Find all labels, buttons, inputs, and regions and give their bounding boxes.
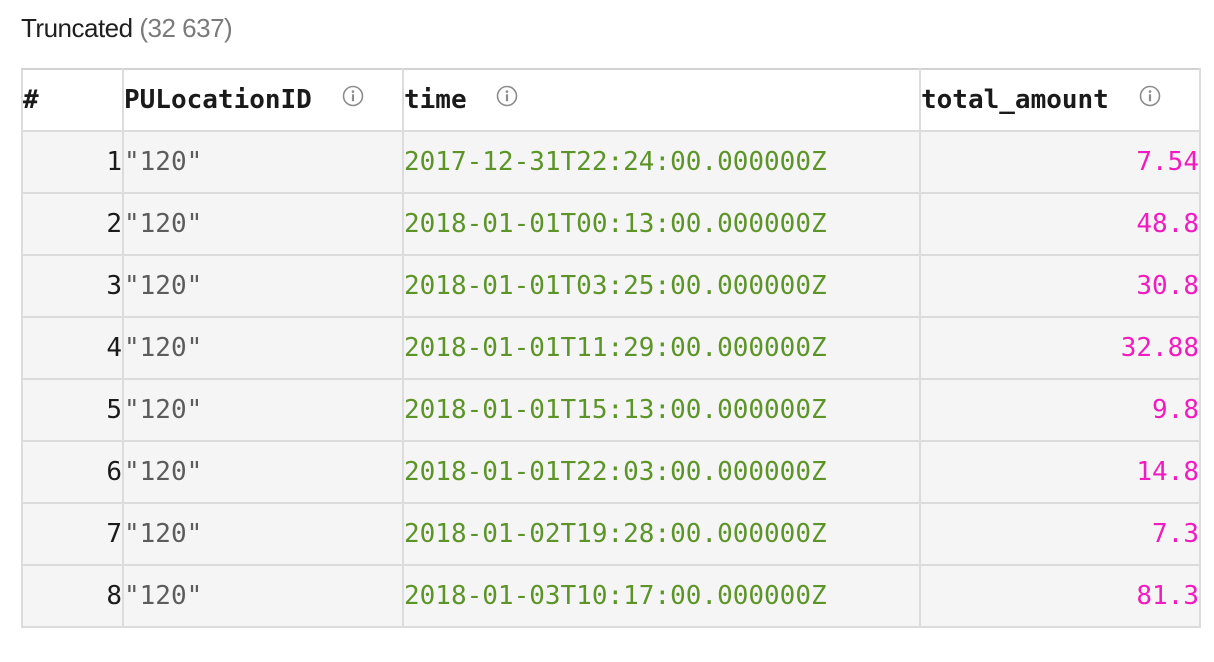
time-cell[interactable]: 2018-01-01T15:13:00.000000Z [402, 378, 921, 442]
table-row: 6 "120" 2018-01-01T22:03:00.000000Z 14.8 [21, 440, 1201, 504]
time-cell[interactable]: 2018-01-03T10:17:00.000000Z [402, 564, 921, 628]
row-number-cell: 5 [21, 378, 124, 442]
results-table: # PULocationID time total_amount 1 "120"… [21, 68, 1201, 628]
pulocationid-cell[interactable]: "120" [122, 130, 404, 194]
total-amount-cell[interactable]: 30.8 [919, 254, 1201, 318]
column-header-label: time [404, 85, 467, 115]
time-cell[interactable]: 2018-01-01T22:03:00.000000Z [402, 440, 921, 504]
total-amount-cell[interactable]: 32.88 [919, 316, 1201, 380]
row-number-cell: 4 [21, 316, 124, 380]
time-cell[interactable]: 2018-01-01T11:29:00.000000Z [402, 316, 921, 380]
info-icon[interactable] [1139, 84, 1161, 114]
pulocationid-cell[interactable]: "120" [122, 440, 404, 504]
table-row: 1 "120" 2017-12-31T22:24:00.000000Z 7.54 [21, 130, 1201, 194]
column-header-label: # [23, 85, 39, 115]
row-count: (32 637) [139, 13, 233, 43]
pulocationid-cell[interactable]: "120" [122, 502, 404, 566]
row-number-cell: 2 [21, 192, 124, 256]
column-header-label: total_amount [921, 85, 1109, 115]
row-number-cell: 3 [21, 254, 124, 318]
total-amount-cell[interactable]: 14.8 [919, 440, 1201, 504]
results-title: Truncated [21, 13, 133, 43]
pulocationid-cell[interactable]: "120" [122, 192, 404, 256]
table-row: 4 "120" 2018-01-01T11:29:00.000000Z 32.8… [21, 316, 1201, 380]
column-header-row-number: # [21, 68, 124, 132]
total-amount-cell[interactable]: 9.8 [919, 378, 1201, 442]
pulocationid-cell[interactable]: "120" [122, 254, 404, 318]
total-amount-cell[interactable]: 7.3 [919, 502, 1201, 566]
time-cell[interactable]: 2018-01-01T03:25:00.000000Z [402, 254, 921, 318]
column-header-time[interactable]: time [402, 68, 921, 132]
column-header-total-amount[interactable]: total_amount [919, 68, 1201, 132]
total-amount-cell[interactable]: 48.8 [919, 192, 1201, 256]
row-number-cell: 6 [21, 440, 124, 504]
table-header-row: # PULocationID time total_amount [21, 68, 1201, 132]
row-number-cell: 8 [21, 564, 124, 628]
table-row: 8 "120" 2018-01-03T10:17:00.000000Z 81.3 [21, 564, 1201, 628]
pulocationid-cell[interactable]: "120" [122, 316, 404, 380]
table-row: 7 "120" 2018-01-02T19:28:00.000000Z 7.3 [21, 502, 1201, 566]
results-header: Truncated (32 637) [21, 10, 233, 46]
row-number-cell: 1 [21, 130, 124, 194]
info-icon[interactable] [342, 84, 364, 114]
total-amount-cell[interactable]: 81.3 [919, 564, 1201, 628]
table-row: 3 "120" 2018-01-01T03:25:00.000000Z 30.8 [21, 254, 1201, 318]
table-row: 2 "120" 2018-01-01T00:13:00.000000Z 48.8 [21, 192, 1201, 256]
pulocationid-cell[interactable]: "120" [122, 564, 404, 628]
info-icon[interactable] [496, 84, 518, 114]
total-amount-cell[interactable]: 7.54 [919, 130, 1201, 194]
time-cell[interactable]: 2018-01-01T00:13:00.000000Z [402, 192, 921, 256]
pulocationid-cell[interactable]: "120" [122, 378, 404, 442]
column-header-label: PULocationID [124, 85, 312, 115]
column-header-pulocationid[interactable]: PULocationID [122, 68, 404, 132]
table-row: 5 "120" 2018-01-01T15:13:00.000000Z 9.8 [21, 378, 1201, 442]
time-cell[interactable]: 2017-12-31T22:24:00.000000Z [402, 130, 921, 194]
row-number-cell: 7 [21, 502, 124, 566]
time-cell[interactable]: 2018-01-02T19:28:00.000000Z [402, 502, 921, 566]
